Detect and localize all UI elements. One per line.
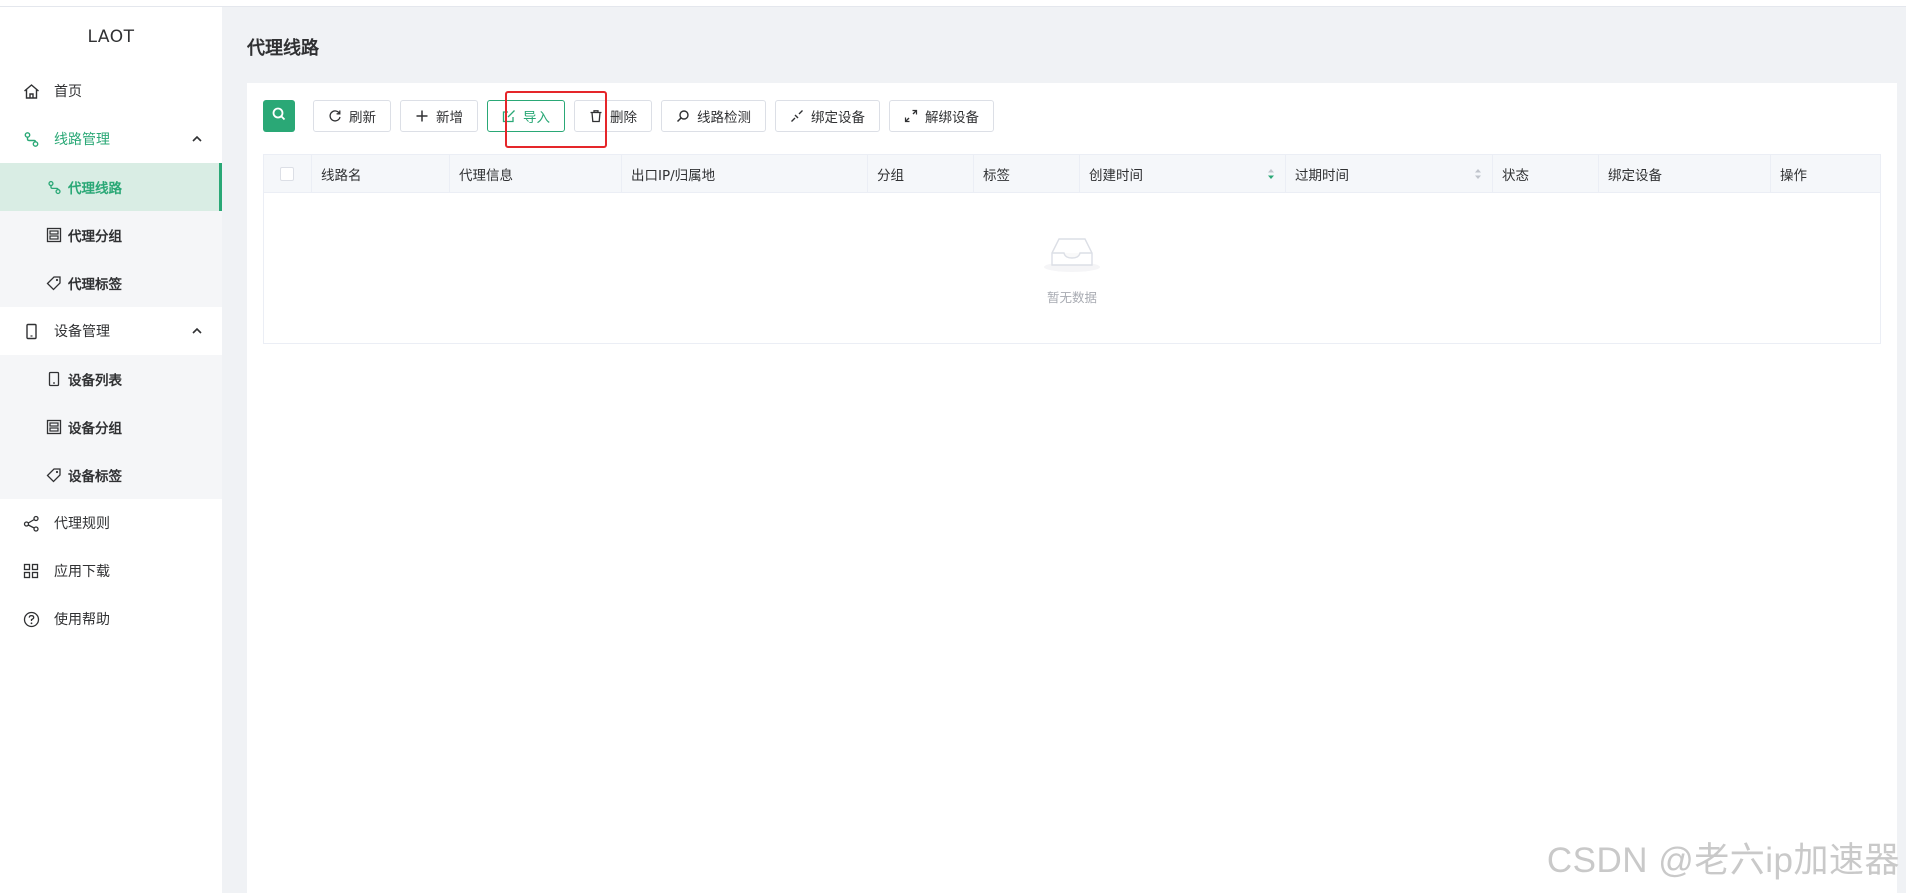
line-check-button[interactable]: 线路检测 (661, 100, 766, 132)
phone-icon (46, 371, 62, 387)
grid-icon (22, 562, 40, 580)
tag-icon (46, 275, 62, 291)
sidebar-group-label: 线路管理 (54, 132, 110, 148)
unlink-icon (904, 109, 918, 123)
empty-text: 暂无数据 (1046, 289, 1097, 305)
sidebar-item-label: 代理标签 (68, 277, 122, 293)
zoom-search-icon (676, 109, 690, 123)
question-icon (22, 610, 40, 628)
table-header: 线路名 代理信息 出口IP/归属地 分组 标签 创建时间 过期时间 状态 绑定设… (264, 154, 1880, 193)
button-label: 线路检测 (697, 110, 751, 126)
trash-icon (589, 109, 603, 123)
column-header: 出口IP/归属地 (622, 154, 868, 193)
sidebar-group-label: 设备管理 (54, 324, 110, 340)
edit-icon (502, 109, 516, 123)
column-header: 状态 (1493, 154, 1599, 193)
sidebar-item-device-groups[interactable]: 设备分组 (0, 403, 222, 451)
sidebar-group-device-mgmt[interactable]: 设备管理 (0, 307, 222, 355)
refresh-icon (328, 109, 342, 123)
sidebar-item-help[interactable]: 使用帮助 (0, 595, 222, 643)
submenu-line-mgmt: 代理线路 代理分组 代理标签 (0, 163, 222, 307)
button-label: 解绑设备 (925, 110, 979, 126)
sidebar-item-proxy-tags[interactable]: 代理标签 (0, 259, 222, 307)
link-icon (790, 109, 804, 123)
app-logo: LAOT (87, 27, 135, 47)
tag-icon (46, 467, 62, 483)
sidebar-item-app-download[interactable]: 应用下载 (0, 547, 222, 595)
import-button[interactable]: 导入 (487, 100, 565, 132)
sidebar-item-label: 设备分组 (68, 421, 122, 437)
home-icon (22, 82, 40, 100)
content-card: 刷新 新增 导入 删除 线路检测 绑定设备 解绑设备 线路名 代理信息 出口IP… (247, 83, 1897, 893)
sidebar-item-home[interactable]: 首页 (0, 67, 222, 115)
toolbar: 刷新 新增 导入 删除 线路检测 绑定设备 解绑设备 (263, 99, 1003, 133)
sort-icon[interactable] (1267, 167, 1275, 181)
sidebar-item-label: 设备标签 (68, 469, 122, 485)
sidebar-item-proxy-groups[interactable]: 代理分组 (0, 211, 222, 259)
sidebar-item-device-tags[interactable]: 设备标签 (0, 451, 222, 499)
chevron-up-icon (190, 324, 204, 338)
button-label: 绑定设备 (811, 110, 865, 126)
group-icon (46, 419, 62, 435)
page-title: 代理线路 (247, 38, 319, 59)
group-icon (46, 227, 62, 243)
delete-button[interactable]: 删除 (574, 100, 652, 132)
submenu-device-mgmt: 设备列表 设备分组 设备标签 (0, 355, 222, 499)
column-header: 分组 (868, 154, 974, 193)
sidebar-item-proxy-lines[interactable]: 代理线路 (0, 163, 222, 211)
search-button[interactable] (263, 100, 295, 132)
button-label: 导入 (523, 110, 550, 126)
sidebar-group-line-mgmt[interactable]: 线路管理 (0, 115, 222, 163)
sidebar-item-label: 应用下载 (54, 564, 110, 580)
empty-inbox-icon (1040, 231, 1104, 279)
button-label: 刷新 (349, 110, 376, 126)
route-icon (22, 130, 40, 148)
bind-device-button[interactable]: 绑定设备 (775, 100, 880, 132)
proxy-lines-table: 线路名 代理信息 出口IP/归属地 分组 标签 创建时间 过期时间 状态 绑定设… (263, 154, 1881, 344)
main-content: 代理线路 刷新 新增 导入 删除 线路检测 绑定设备 解绑设备 线路名 代理信息… (222, 7, 1906, 893)
chevron-up-icon (190, 132, 204, 146)
column-header: 标签 (974, 154, 1080, 193)
column-header-sortable[interactable]: 过期时间 (1286, 154, 1493, 193)
button-label: 新增 (436, 110, 463, 126)
sidebar-item-label: 代理线路 (68, 181, 122, 197)
column-header: 代理信息 (450, 154, 622, 193)
select-all-checkbox[interactable] (280, 166, 294, 181)
refresh-button[interactable]: 刷新 (313, 100, 391, 132)
unbind-device-button[interactable]: 解绑设备 (889, 100, 994, 132)
search-icon (271, 106, 287, 126)
sidebar-item-label: 设备列表 (68, 373, 122, 389)
watermark: CSDN @老六ip加速器 (1546, 841, 1900, 880)
share-icon (22, 514, 40, 532)
sidebar-item-label: 使用帮助 (54, 612, 110, 628)
sidebar-item-proxy-rules[interactable]: 代理规则 (0, 499, 222, 547)
top-bar (0, 0, 1906, 7)
empty-state: 暂无数据 (264, 193, 1880, 343)
add-button[interactable]: 新增 (400, 100, 478, 132)
sidebar-item-device-list[interactable]: 设备列表 (0, 355, 222, 403)
column-header: 线路名 (312, 154, 450, 193)
sidebar-item-label: 首页 (54, 84, 82, 100)
column-header-sortable[interactable]: 创建时间 (1080, 154, 1286, 193)
column-header: 绑定设备 (1599, 154, 1771, 193)
column-header: 操作 (1780, 167, 1807, 184)
plus-icon (415, 109, 429, 123)
button-label: 删除 (610, 110, 637, 126)
select-all-cell (264, 154, 312, 193)
sort-icon[interactable] (1474, 167, 1482, 181)
sidebar-item-label: 代理分组 (68, 229, 122, 245)
route-icon (46, 179, 62, 195)
phone-icon (22, 322, 40, 340)
sidebar: LAOT 首页 线路管理 代理线路 代理分组 代理标签 设备管理 设备列表 设备… (0, 7, 222, 893)
sidebar-item-label: 代理规则 (54, 516, 110, 532)
